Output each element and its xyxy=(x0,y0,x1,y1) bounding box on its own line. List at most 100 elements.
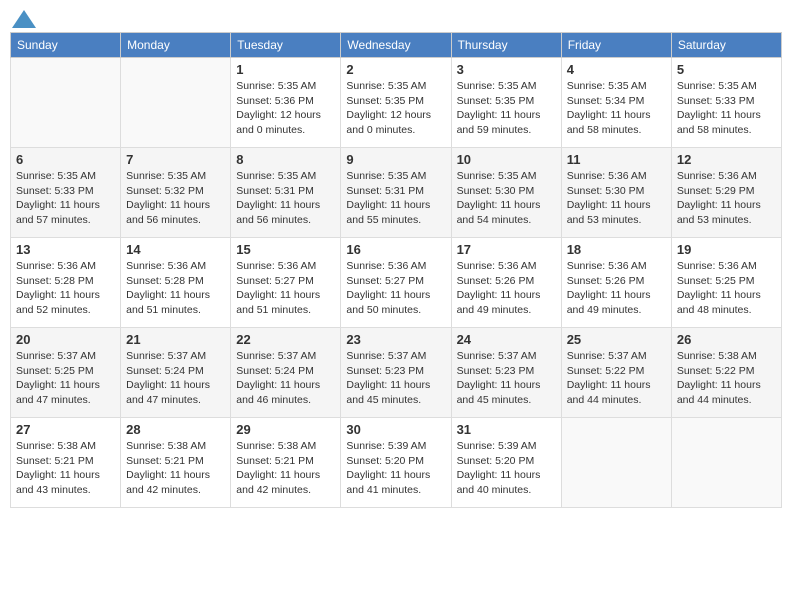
day-info: Sunrise: 5:36 AM Sunset: 5:30 PM Dayligh… xyxy=(567,169,666,228)
day-number: 6 xyxy=(16,152,115,167)
day-number: 12 xyxy=(677,152,776,167)
day-info: Sunrise: 5:36 AM Sunset: 5:29 PM Dayligh… xyxy=(677,169,776,228)
day-info: Sunrise: 5:35 AM Sunset: 5:35 PM Dayligh… xyxy=(457,79,556,138)
logo xyxy=(10,10,38,24)
day-info: Sunrise: 5:35 AM Sunset: 5:36 PM Dayligh… xyxy=(236,79,335,138)
calendar-cell: 1Sunrise: 5:35 AM Sunset: 5:36 PM Daylig… xyxy=(231,58,341,148)
day-number: 24 xyxy=(457,332,556,347)
day-info: Sunrise: 5:37 AM Sunset: 5:25 PM Dayligh… xyxy=(16,349,115,408)
calendar-cell xyxy=(561,418,671,508)
day-info: Sunrise: 5:35 AM Sunset: 5:33 PM Dayligh… xyxy=(677,79,776,138)
weekday-header: Tuesday xyxy=(231,33,341,58)
day-number: 17 xyxy=(457,242,556,257)
calendar-cell: 16 Sunrise: 5:36 AM Sunset: 5:27 PM Dayli… xyxy=(341,238,451,328)
calendar-header-row: SundayMondayTuesdayWednesdayThursdayFrid… xyxy=(11,33,782,58)
day-number: 21 xyxy=(126,332,225,347)
day-info: Sunrise: 5:36 AM Sunset: 5:25 PM Dayligh… xyxy=(677,259,776,318)
day-number: 22 xyxy=(236,332,335,347)
day-number: 26 xyxy=(677,332,776,347)
day-number: 13 xyxy=(16,242,115,257)
day-number: 11 xyxy=(567,152,666,167)
day-info: Sunrise: 5:36 AM Sunset: 5:28 PM Dayligh… xyxy=(16,259,115,318)
calendar-cell: 22 Sunrise: 5:37 AM Sunset: 5:24 PM Dayli… xyxy=(231,328,341,418)
calendar-cell: 23 Sunrise: 5:37 AM Sunset: 5:23 PM Dayli… xyxy=(341,328,451,418)
calendar-cell: 30 Sunrise: 5:39 AM Sunset: 5:20 PM Dayli… xyxy=(341,418,451,508)
day-number: 15 xyxy=(236,242,335,257)
day-info: Sunrise: 5:35 AM Sunset: 5:35 PM Dayligh… xyxy=(346,79,445,138)
logo-icon xyxy=(12,10,36,28)
calendar-cell: 13 Sunrise: 5:36 AM Sunset: 5:28 PM Dayli… xyxy=(11,238,121,328)
calendar-cell: 8 Sunrise: 5:35 AM Sunset: 5:31 PM Daylig… xyxy=(231,148,341,238)
page-header xyxy=(10,10,782,24)
day-info: Sunrise: 5:36 AM Sunset: 5:27 PM Dayligh… xyxy=(346,259,445,318)
calendar-cell: 20 Sunrise: 5:37 AM Sunset: 5:25 PM Dayli… xyxy=(11,328,121,418)
calendar-cell: 6 Sunrise: 5:35 AM Sunset: 5:33 PM Daylig… xyxy=(11,148,121,238)
day-number: 4 xyxy=(567,62,666,77)
day-number: 19 xyxy=(677,242,776,257)
day-number: 29 xyxy=(236,422,335,437)
calendar-cell: 17 Sunrise: 5:36 AM Sunset: 5:26 PM Dayli… xyxy=(451,238,561,328)
weekday-header: Thursday xyxy=(451,33,561,58)
calendar-week-row: 27Sunrise: 5:38 AM Sunset: 5:21 PM Dayli… xyxy=(11,418,782,508)
day-info: Sunrise: 5:37 AM Sunset: 5:23 PM Dayligh… xyxy=(457,349,556,408)
day-info: Sunrise: 5:35 AM Sunset: 5:31 PM Dayligh… xyxy=(236,169,335,228)
day-number: 30 xyxy=(346,422,445,437)
calendar-cell: 10Sunrise: 5:35 AM Sunset: 5:30 PM Dayli… xyxy=(451,148,561,238)
day-info: Sunrise: 5:36 AM Sunset: 5:28 PM Dayligh… xyxy=(126,259,225,318)
day-number: 16 xyxy=(346,242,445,257)
calendar-cell xyxy=(671,418,781,508)
calendar-cell xyxy=(121,58,231,148)
day-info: Sunrise: 5:37 AM Sunset: 5:24 PM Dayligh… xyxy=(236,349,335,408)
calendar-cell: 9Sunrise: 5:35 AM Sunset: 5:31 PM Daylig… xyxy=(341,148,451,238)
day-number: 8 xyxy=(236,152,335,167)
calendar-cell: 7 Sunrise: 5:35 AM Sunset: 5:32 PM Daylig… xyxy=(121,148,231,238)
calendar-cell: 28 Sunrise: 5:38 AM Sunset: 5:21 PM Dayli… xyxy=(121,418,231,508)
day-number: 2 xyxy=(346,62,445,77)
calendar-cell: 21Sunrise: 5:37 AM Sunset: 5:24 PM Dayli… xyxy=(121,328,231,418)
calendar-cell: 12 Sunrise: 5:36 AM Sunset: 5:29 PM Dayli… xyxy=(671,148,781,238)
day-info: Sunrise: 5:35 AM Sunset: 5:34 PM Dayligh… xyxy=(567,79,666,138)
calendar-week-row: 6 Sunrise: 5:35 AM Sunset: 5:33 PM Daylig… xyxy=(11,148,782,238)
day-number: 10 xyxy=(457,152,556,167)
day-info: Sunrise: 5:37 AM Sunset: 5:23 PM Dayligh… xyxy=(346,349,445,408)
calendar-cell: 3 Sunrise: 5:35 AM Sunset: 5:35 PM Daylig… xyxy=(451,58,561,148)
calendar-cell: 5 Sunrise: 5:35 AM Sunset: 5:33 PM Daylig… xyxy=(671,58,781,148)
day-info: Sunrise: 5:38 AM Sunset: 5:22 PM Dayligh… xyxy=(677,349,776,408)
calendar-week-row: 20 Sunrise: 5:37 AM Sunset: 5:25 PM Dayli… xyxy=(11,328,782,418)
day-info: Sunrise: 5:36 AM Sunset: 5:26 PM Dayligh… xyxy=(457,259,556,318)
calendar-week-row: 1Sunrise: 5:35 AM Sunset: 5:36 PM Daylig… xyxy=(11,58,782,148)
day-info: Sunrise: 5:38 AM Sunset: 5:21 PM Dayligh… xyxy=(126,439,225,498)
day-number: 5 xyxy=(677,62,776,77)
day-info: Sunrise: 5:38 AM Sunset: 5:21 PM Dayligh… xyxy=(16,439,115,498)
day-number: 28 xyxy=(126,422,225,437)
day-info: Sunrise: 5:37 AM Sunset: 5:22 PM Dayligh… xyxy=(567,349,666,408)
day-number: 23 xyxy=(346,332,445,347)
day-number: 31 xyxy=(457,422,556,437)
calendar-cell: 15 Sunrise: 5:36 AM Sunset: 5:27 PM Dayli… xyxy=(231,238,341,328)
day-number: 25 xyxy=(567,332,666,347)
calendar-cell: 25 Sunrise: 5:37 AM Sunset: 5:22 PM Dayli… xyxy=(561,328,671,418)
day-number: 20 xyxy=(16,332,115,347)
day-number: 18 xyxy=(567,242,666,257)
day-info: Sunrise: 5:39 AM Sunset: 5:20 PM Dayligh… xyxy=(346,439,445,498)
calendar-cell: 2 Sunrise: 5:35 AM Sunset: 5:35 PM Daylig… xyxy=(341,58,451,148)
day-info: Sunrise: 5:36 AM Sunset: 5:27 PM Dayligh… xyxy=(236,259,335,318)
day-info: Sunrise: 5:39 AM Sunset: 5:20 PM Dayligh… xyxy=(457,439,556,498)
day-info: Sunrise: 5:35 AM Sunset: 5:31 PM Dayligh… xyxy=(346,169,445,228)
day-number: 7 xyxy=(126,152,225,167)
day-info: Sunrise: 5:35 AM Sunset: 5:33 PM Dayligh… xyxy=(16,169,115,228)
calendar-cell: 31 Sunrise: 5:39 AM Sunset: 5:20 PM Dayli… xyxy=(451,418,561,508)
calendar-cell: 11 Sunrise: 5:36 AM Sunset: 5:30 PM Dayli… xyxy=(561,148,671,238)
weekday-header: Monday xyxy=(121,33,231,58)
weekday-header: Wednesday xyxy=(341,33,451,58)
day-info: Sunrise: 5:35 AM Sunset: 5:32 PM Dayligh… xyxy=(126,169,225,228)
weekday-header: Saturday xyxy=(671,33,781,58)
calendar-week-row: 13 Sunrise: 5:36 AM Sunset: 5:28 PM Dayli… xyxy=(11,238,782,328)
day-info: Sunrise: 5:36 AM Sunset: 5:26 PM Dayligh… xyxy=(567,259,666,318)
day-info: Sunrise: 5:38 AM Sunset: 5:21 PM Dayligh… xyxy=(236,439,335,498)
day-number: 3 xyxy=(457,62,556,77)
calendar-cell: 18 Sunrise: 5:36 AM Sunset: 5:26 PM Dayli… xyxy=(561,238,671,328)
weekday-header: Sunday xyxy=(11,33,121,58)
calendar-table: SundayMondayTuesdayWednesdayThursdayFrid… xyxy=(10,32,782,508)
calendar-cell: 26 Sunrise: 5:38 AM Sunset: 5:22 PM Dayli… xyxy=(671,328,781,418)
